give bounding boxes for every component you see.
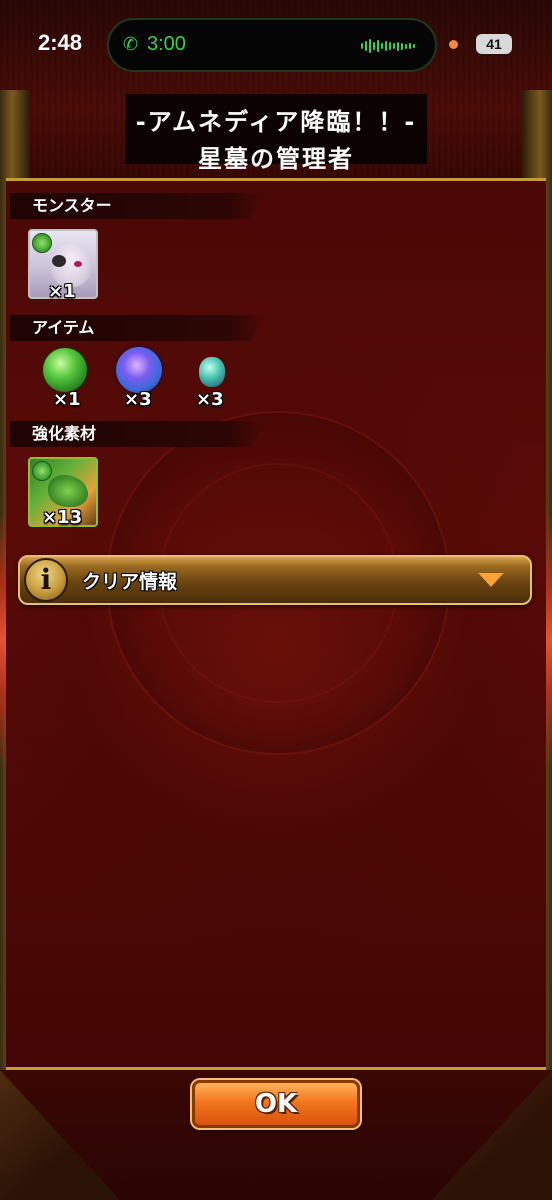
blue-gem-count: ×3 [124, 389, 152, 410]
phone-icon: ✆ [123, 34, 139, 55]
clock-time: 2:48 [38, 30, 83, 55]
dragon-portrait-icon [48, 475, 88, 507]
clear-info-toggle[interactable]: i クリア情報 [18, 555, 532, 605]
wood-attribute-icon [32, 461, 52, 481]
info-icon: i [24, 558, 68, 602]
green-gem-icon[interactable] [43, 348, 87, 392]
material-count: ×13 [42, 507, 83, 528]
small-teal-gem-icon[interactable] [199, 357, 225, 387]
section-header-materials: 強化素材 [10, 421, 266, 447]
quest-subtitle: 星墓の管理者 [198, 145, 354, 173]
audio-waveform-icon [361, 37, 417, 55]
battery-icon: 41 [476, 34, 512, 54]
call-duration: 3:00 [147, 33, 186, 55]
green-gem-count: ×1 [53, 389, 81, 410]
monster-count: ×1 [48, 281, 76, 302]
section-header-monster: モンスター [10, 193, 266, 219]
game-screen: 2:48 ✆ 3:00 41 -アムネディア降臨！！- 星墓の管理者 モンスター [0, 0, 552, 1200]
dynamic-island-call[interactable]: ✆ 3:00 [107, 18, 437, 72]
clear-info-label: クリア情報 [82, 571, 178, 593]
quest-title-banner: -アムネディア降臨！！- 星墓の管理者 [125, 94, 427, 173]
rewards-panel: モンスター ×1 アイテム ×1 ×3 ×3 強化素材 ×13 i クリア情報 [6, 178, 546, 1070]
blue-gem-icon[interactable] [116, 347, 162, 393]
ok-button[interactable]: OK [192, 1080, 360, 1128]
privacy-indicator-dot [449, 40, 458, 49]
quest-title: -アムネディア降臨！！- [135, 108, 417, 136]
section-header-items: アイテム [10, 315, 266, 341]
chevron-down-icon [478, 573, 504, 587]
teal-gem-count: ×3 [196, 389, 224, 410]
status-bar: 2:48 ✆ 3:00 41 [0, 0, 552, 90]
wood-attribute-icon [32, 233, 52, 253]
